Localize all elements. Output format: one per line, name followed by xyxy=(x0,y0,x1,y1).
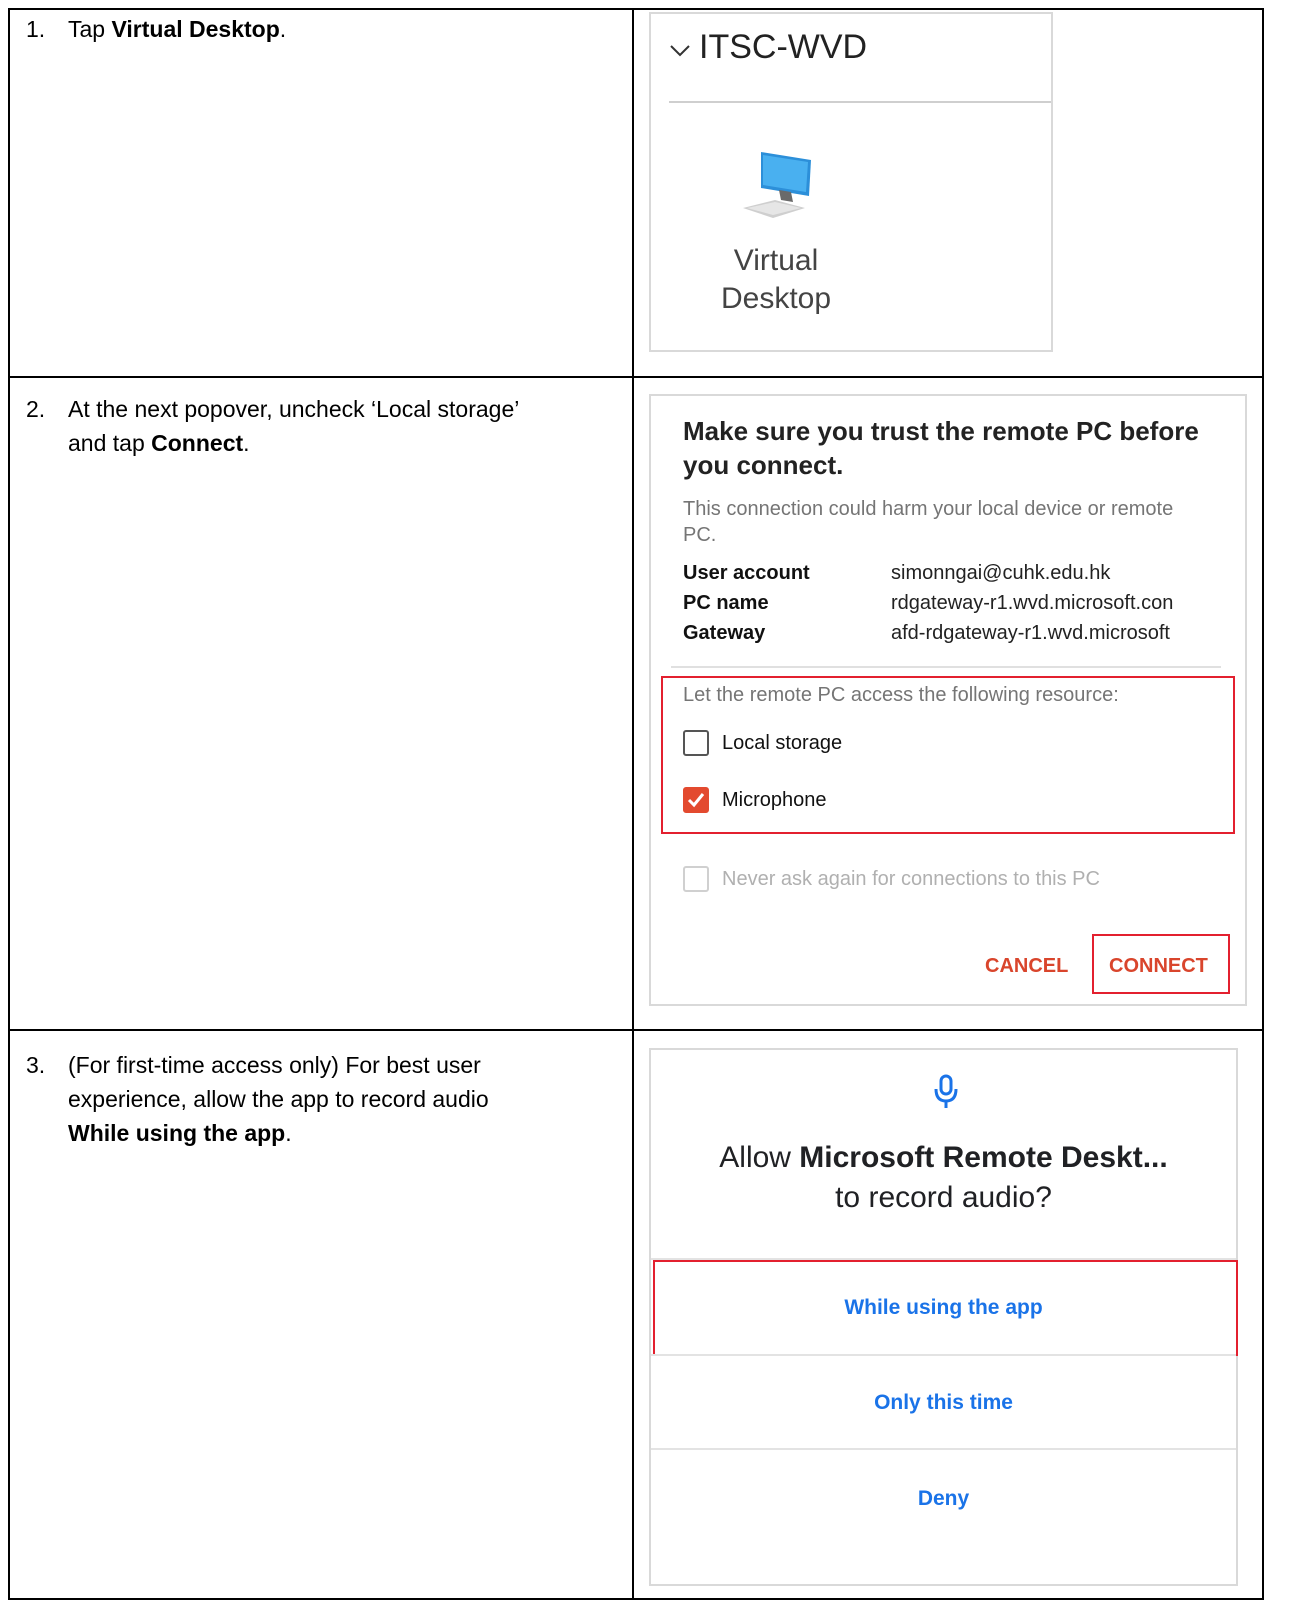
workspace-group-header[interactable]: ITSC-WVD xyxy=(669,28,867,67)
virtual-desktop-label[interactable]: Virtual Desktop xyxy=(711,242,841,318)
chevron-down-icon[interactable] xyxy=(669,28,699,67)
never-ask-label[interactable]: Never ask again for connections to this … xyxy=(722,868,1100,891)
permission-dialog-screenshot: Allow Microsoft Remote Deskt... to record… xyxy=(649,1048,1238,1586)
monitor-icon[interactable] xyxy=(735,150,815,235)
step-number: 3. xyxy=(26,1052,46,1078)
dialog-title: Make sure you trust the remote PC before… xyxy=(683,416,1199,480)
step-text: Tap Virtual Desktop. xyxy=(68,16,287,42)
detail-row-gateway: Gateway afd-rdgateway-r1.wvd.microsoft xyxy=(683,622,1170,644)
only-this-time-button[interactable]: Only this time xyxy=(651,1391,1236,1415)
step-text: (For first-time access only) For best us… xyxy=(68,1052,489,1146)
row-divider-2 xyxy=(8,1029,1264,1031)
never-ask-checkbox[interactable] xyxy=(683,866,709,892)
deny-button[interactable]: Deny xyxy=(651,1487,1236,1511)
divider xyxy=(651,1448,1236,1450)
permission-question: Allow Microsoft Remote Deskt... to record… xyxy=(719,1141,1168,1214)
while-using-app-button[interactable]: While using the app xyxy=(651,1296,1236,1320)
trust-dialog-screenshot: Make sure you trust the remote PC before… xyxy=(649,394,1247,1006)
divider xyxy=(651,1354,1236,1356)
workspace-group-title: ITSC-WVD xyxy=(699,28,868,66)
detail-row-user-account: User account simonngai@cuhk.edu.hk xyxy=(683,562,1111,584)
header-divider xyxy=(669,101,1051,103)
local-storage-label[interactable]: Local storage xyxy=(722,732,842,755)
microphone-icon xyxy=(933,1074,959,1115)
checkmark-icon xyxy=(687,793,705,808)
step-text: At the next popover, uncheck ‘Local stor… xyxy=(68,396,520,456)
dialog-warning: This connection could harm your local de… xyxy=(683,498,1174,546)
resource-prompt: Let the remote PC access the following r… xyxy=(683,684,1119,706)
row-divider-1 xyxy=(8,376,1264,378)
workspace-screenshot: ITSC-WVD Virtual Desktop xyxy=(649,12,1053,352)
microphone-checkbox[interactable] xyxy=(683,787,709,813)
details-divider xyxy=(671,666,1221,668)
step-number: 1. xyxy=(26,16,46,42)
detail-row-pc-name: PC name rdgateway-r1.wvd.microsoft.con xyxy=(683,592,1174,614)
column-divider xyxy=(632,8,634,1600)
cancel-button[interactable]: CANCEL xyxy=(985,955,1068,978)
step-number: 2. xyxy=(26,396,46,422)
connect-button[interactable]: CONNECT xyxy=(1109,955,1208,978)
local-storage-checkbox[interactable] xyxy=(683,730,709,756)
microphone-label[interactable]: Microphone xyxy=(722,789,827,812)
